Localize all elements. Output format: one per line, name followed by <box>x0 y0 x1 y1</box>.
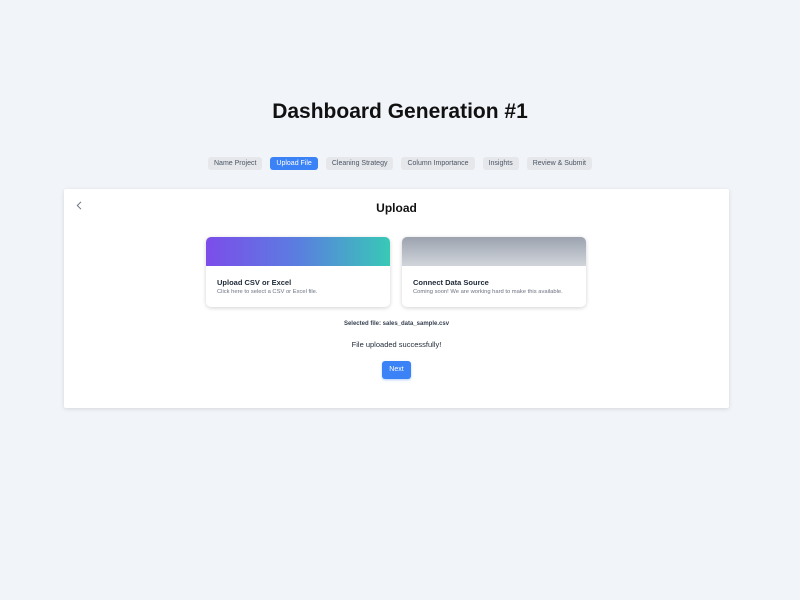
panel-title: Upload <box>376 201 417 215</box>
upload-panel: Upload Upload CSV or Excel Click here to… <box>64 189 729 408</box>
step-column-importance[interactable]: Column Importance <box>401 157 475 170</box>
card-description: Coming soon! We are working hard to make… <box>413 289 563 295</box>
step-name-project[interactable]: Name Project <box>208 157 263 170</box>
step-upload-file[interactable]: Upload File <box>270 157 318 170</box>
connect-data-source-card[interactable]: Connect Data Source Coming soon! We are … <box>402 237 586 307</box>
selected-file-text: Selected file: sales_data_sample.csv <box>343 321 450 327</box>
step-cleaning-strategy[interactable]: Cleaning Strategy <box>325 157 394 170</box>
step-review-submit[interactable]: Review & Submit <box>526 157 592 170</box>
card-banner <box>206 237 390 266</box>
upload-csv-card[interactable]: Upload CSV or Excel Click here to select… <box>206 237 390 307</box>
next-button[interactable]: Next <box>382 361 411 379</box>
card-banner <box>402 237 586 266</box>
upload-status-message: File uploaded successfully! <box>351 340 442 349</box>
step-insights[interactable]: Insights <box>482 157 519 170</box>
step-nav: Name Project Upload File Cleaning Strate… <box>0 157 800 170</box>
card-title: Upload CSV or Excel <box>217 278 292 287</box>
page-title: Dashboard Generation #1 <box>272 100 528 123</box>
card-title: Connect Data Source <box>413 278 489 287</box>
card-description: Click here to select a CSV or Excel file… <box>217 289 318 295</box>
